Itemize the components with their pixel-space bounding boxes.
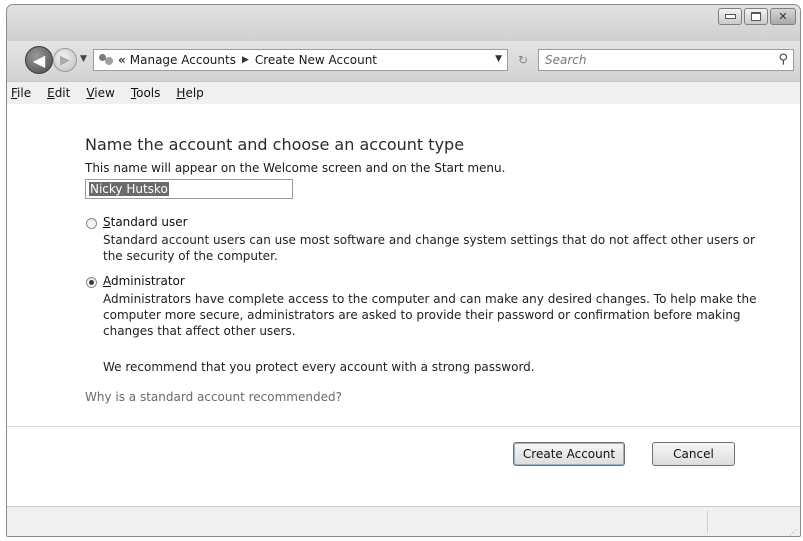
search-input[interactable]: Search ⚲ xyxy=(538,49,794,71)
address-bar[interactable]: « Manage Accounts ▶ Create New Account ▼ xyxy=(93,49,508,71)
menu-help[interactable]: Help xyxy=(168,86,211,100)
create-account-button[interactable]: Create Account xyxy=(513,442,625,466)
breadcrumb-manage-accounts[interactable]: Manage Accounts xyxy=(130,53,236,67)
cancel-button[interactable]: Cancel xyxy=(652,442,735,466)
standard-user-description: Standard account users can use most soft… xyxy=(103,233,755,263)
address-dropdown-icon[interactable]: ▼ xyxy=(495,54,502,64)
menu-view[interactable]: View xyxy=(78,86,122,100)
standard-user-label[interactable]: Standard user xyxy=(103,215,188,229)
caption-buttons: ✕ xyxy=(718,8,796,25)
recent-pages-dropdown[interactable]: ▼ xyxy=(80,54,87,64)
forward-button[interactable]: ▶ xyxy=(53,48,77,72)
chevron-down-icon: ▼ xyxy=(80,54,87,64)
resize-grip-icon[interactable]: ⋰ xyxy=(789,528,797,536)
minimize-icon xyxy=(724,14,736,19)
navigation-bar: ◀ ▶ ▼ « Manage Accounts ▶ Create New Acc… xyxy=(7,41,800,81)
name-description: This name will appear on the Welcome scr… xyxy=(85,161,506,175)
refresh-icon: ↻ xyxy=(517,53,529,67)
breadcrumb-overflow[interactable]: « xyxy=(118,53,126,67)
status-separator xyxy=(707,511,708,533)
page-title: Name the account and choose an account t… xyxy=(85,135,465,154)
search-icon[interactable]: ⚲ xyxy=(778,52,788,67)
search-placeholder: Search xyxy=(545,53,587,67)
breadcrumb-create-new-account[interactable]: Create New Account xyxy=(255,53,377,67)
maximize-button[interactable] xyxy=(744,8,768,25)
password-recommendation: We recommend that you protect every acco… xyxy=(103,360,535,374)
administrator-label[interactable]: Administrator xyxy=(103,274,185,288)
why-standard-account-link[interactable]: Why is a standard account recommended? xyxy=(85,390,342,404)
content-pane: Name the account and choose an account t… xyxy=(7,104,800,506)
status-bar: ⋰ xyxy=(7,506,800,536)
back-arrow-icon: ◀ xyxy=(32,50,46,70)
close-icon: ✕ xyxy=(778,10,788,23)
user-accounts-icon xyxy=(98,53,114,67)
title-bar: ✕ xyxy=(7,5,800,41)
account-name-value: Nicky Hutsko xyxy=(89,182,169,196)
breadcrumb-arrow-icon[interactable]: ▶ xyxy=(242,55,249,65)
divider xyxy=(7,426,800,427)
refresh-button[interactable]: ↻ xyxy=(512,49,534,71)
administrator-description: Administrators have complete access to t… xyxy=(103,292,757,338)
minimize-button[interactable] xyxy=(718,8,742,25)
forward-arrow-icon: ▶ xyxy=(60,52,70,68)
menu-edit[interactable]: Edit xyxy=(39,86,78,100)
menu-tools[interactable]: Tools xyxy=(123,86,169,100)
menu-bar: File Edit View Tools Help xyxy=(7,81,800,105)
maximize-icon xyxy=(751,12,761,21)
menu-file[interactable]: File xyxy=(7,86,39,100)
close-button[interactable]: ✕ xyxy=(770,8,796,25)
back-button[interactable]: ◀ xyxy=(25,46,53,74)
account-name-field[interactable]: Nicky Hutsko xyxy=(85,179,293,199)
standard-user-radio[interactable] xyxy=(86,218,97,229)
administrator-radio[interactable] xyxy=(86,277,97,288)
window: ✕ ◀ ▶ ▼ « Manage Accounts ▶ Create New A… xyxy=(6,4,801,537)
